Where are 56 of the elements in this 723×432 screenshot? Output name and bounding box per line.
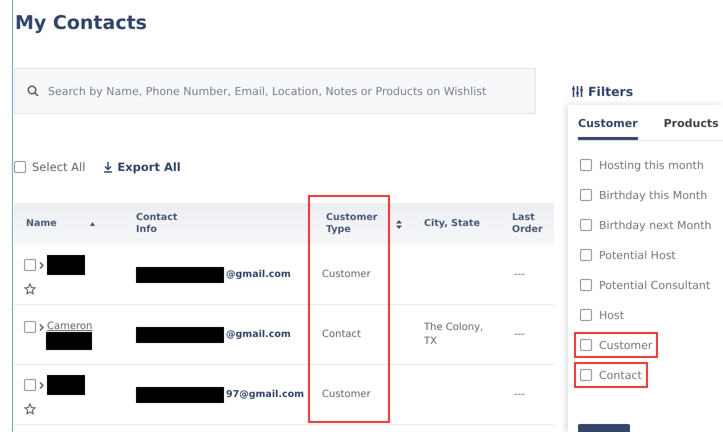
filter-tab[interactable]: Products — [664, 113, 719, 140]
column-header[interactable]: Contact Info — [136, 212, 192, 236]
table-cell: --- — [514, 388, 525, 402]
redaction-bar — [47, 255, 85, 275]
checkbox[interactable] — [24, 259, 36, 271]
table-cell: --- — [514, 268, 525, 282]
search-field[interactable]: Search by Name, Phone Number, Email, Location, Notes or Products on Wishlist — [14, 68, 536, 114]
filter-tab[interactable]: Customer — [578, 113, 638, 140]
filters-title: Filters — [588, 84, 634, 99]
table-cell-text: The Colony, TX — [424, 321, 484, 349]
chevron-icon[interactable] — [39, 324, 44, 330]
filter-option-label: Host — [599, 308, 624, 322]
checkbox[interactable] — [24, 379, 36, 391]
table-cell: --- — [514, 328, 525, 342]
filter-option-label: Contact — [599, 368, 642, 382]
export-button[interactable]: Export All — [103, 160, 181, 174]
filter-option-label: Birthday next Month — [599, 218, 712, 232]
redaction-bar — [46, 332, 92, 350]
filter-option-label: Potential Host — [599, 248, 676, 262]
filter-option-label: Customer — [599, 338, 652, 352]
filter-icon — [572, 86, 583, 97]
download-icon — [103, 162, 114, 172]
checkbox[interactable] — [24, 321, 36, 333]
filter-option-label: Potential Consultant — [599, 278, 710, 292]
chevron-icon[interactable] — [39, 262, 44, 268]
contact-name[interactable]: Cameron — [47, 320, 92, 334]
checkbox[interactable] — [580, 309, 592, 321]
column-header[interactable]: Last Order — [512, 212, 554, 236]
column-header[interactable]: Name — [26, 218, 86, 230]
filter-option-label: Birthday this Month — [599, 188, 708, 202]
email-text: 97@gmail.com — [226, 388, 304, 402]
star-icon[interactable] — [24, 283, 36, 295]
checkbox[interactable] — [580, 339, 592, 351]
star-icon[interactable] — [24, 403, 36, 415]
page-title: My Contacts — [15, 12, 148, 36]
checkbox[interactable] — [580, 219, 592, 231]
checkbox[interactable] — [580, 189, 592, 201]
email-text: @gmail.com — [226, 328, 291, 342]
checkbox[interactable] — [580, 279, 592, 291]
checkbox[interactable] — [580, 159, 592, 171]
search-icon — [27, 85, 39, 97]
table-cell: Customer — [322, 268, 371, 282]
redaction-bar — [47, 375, 85, 395]
checkbox[interactable] — [580, 369, 592, 381]
select-all-label: Select All — [32, 160, 86, 174]
table-cell: Contact — [322, 328, 361, 342]
table-cell: Customer — [322, 388, 371, 402]
sort-icon[interactable] — [396, 220, 402, 228]
filter-option-label: Hosting this month — [599, 158, 704, 172]
sort-icon[interactable] — [90, 222, 95, 226]
checkbox[interactable] — [14, 161, 26, 173]
email-text: @gmail.com — [226, 268, 291, 282]
column-header[interactable]: Customer Type — [326, 212, 382, 236]
checkbox[interactable] — [580, 249, 592, 261]
chevron-icon[interactable] — [39, 382, 44, 388]
column-header[interactable]: City, State — [424, 218, 480, 230]
